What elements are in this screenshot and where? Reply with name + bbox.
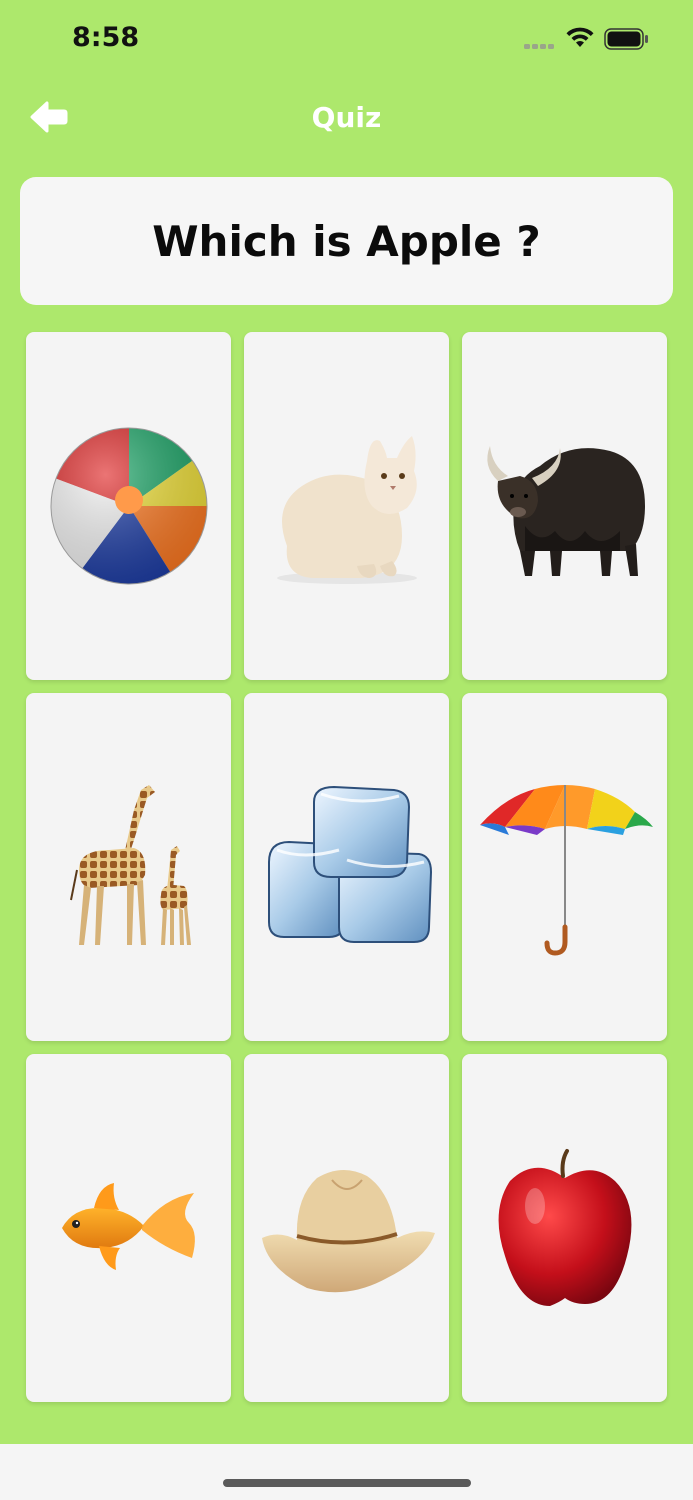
umbrella-icon [479,785,653,956]
question-card: Which is Apple ? [20,177,673,305]
straw-hat-icon [261,1169,435,1293]
home-indicator[interactable] [223,1479,471,1487]
status-bar: 8:58 [0,0,693,80]
option-cat[interactable] [244,332,449,680]
page-title: Quiz [311,101,382,134]
option-fish[interactable] [26,1054,231,1402]
beach-ball-icon [50,427,207,585]
question-text: Which is Apple ? [152,216,541,266]
option-ball[interactable] [26,332,231,680]
option-ice[interactable] [244,693,449,1041]
status-time: 8:58 [72,22,140,53]
option-umbrella[interactable] [462,693,667,1041]
ice-cubes-icon [268,785,433,943]
option-apple[interactable] [462,1054,667,1402]
goldfish-icon [61,1183,195,1270]
apple-icon [498,1148,631,1306]
battery-icon [604,28,648,50]
option-yak[interactable] [462,332,667,680]
cellular-signal-icon [524,44,554,49]
giraffe-icon [69,784,191,945]
yak-icon [486,446,645,576]
option-hat[interactable] [244,1054,449,1402]
bottom-bar [0,1444,693,1500]
cat-icon [276,436,417,584]
nav-bar: Quiz [0,88,693,148]
wifi-icon [566,27,594,47]
option-giraffe[interactable] [26,693,231,1041]
